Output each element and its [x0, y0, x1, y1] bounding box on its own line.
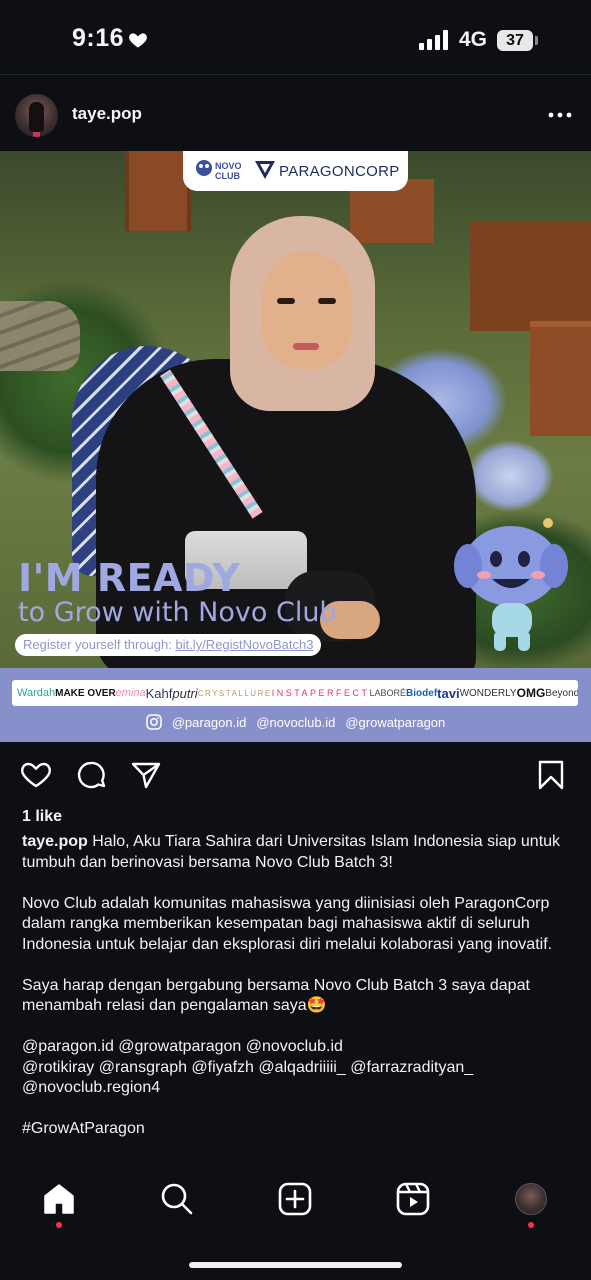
caption-mentions[interactable]: @rotikiray @ransgraph @fiyafzh @alqadrii…	[22, 1058, 572, 1079]
more-options-icon[interactable]	[548, 112, 572, 118]
brand-logo: tavi	[437, 685, 460, 701]
register-pill: Register yourself through: bit.ly/Regist…	[15, 634, 322, 656]
brand-logo: Kahf	[145, 685, 173, 701]
wooden-planter	[530, 321, 591, 436]
wooden-planter	[470, 221, 591, 331]
heart-icon	[129, 33, 147, 48]
brand-logo: WONDERLY	[459, 687, 517, 699]
post-author-avatar[interactable]	[15, 94, 58, 137]
post-header: taye.pop	[0, 80, 591, 150]
bottom-navigation	[0, 1166, 591, 1280]
status-time: 9:16	[72, 24, 125, 52]
svg-text:CLUB: CLUB	[215, 171, 240, 181]
stone-path	[0, 301, 80, 371]
caption-paragraph: Novo Club adalah komunitas mahasiswa yan…	[22, 894, 553, 953]
comment-icon[interactable]	[75, 759, 107, 791]
home-indicator[interactable]	[189, 1262, 402, 1268]
caption-username[interactable]: taye.pop	[22, 833, 88, 850]
brand-logo: CRYSTALLURE	[197, 688, 272, 698]
home-notification-dot	[56, 1222, 62, 1228]
paragoncorp-logo-text: PARAGONCORP	[279, 163, 400, 180]
social-handle: @novoclub.id	[256, 714, 336, 730]
image-headline: I'M READY	[18, 556, 241, 600]
brand-logo: LABORÉ	[369, 688, 407, 698]
battery-cap	[535, 36, 538, 45]
svg-text:NOVO: NOVO	[215, 161, 242, 171]
like-heart-icon[interactable]	[20, 759, 52, 791]
novo-mascot-illustration	[454, 518, 568, 651]
brand-logo: emina	[115, 687, 146, 699]
network-type: 4G	[459, 28, 488, 51]
caption-paragraph: Saya harap dengan bergabung bersama Novo…	[22, 976, 530, 1015]
caption-mentions[interactable]: @paragon.id @growatparagon @novoclub.id	[22, 1037, 572, 1058]
caption-paragraph: Halo, Aku Tiara Sahira dari Universitas …	[22, 833, 561, 871]
create-icon[interactable]	[278, 1182, 312, 1216]
post-caption: taye.pop Halo, Aku Tiara Sahira dari Uni…	[22, 832, 572, 1140]
brand-logo: Biodef	[406, 687, 438, 699]
social-handles: @paragon.id @novoclub.id @growatparagon	[0, 714, 591, 730]
like-count[interactable]: 1 like	[22, 808, 62, 826]
search-icon[interactable]	[160, 1182, 194, 1216]
social-handle: @growatparagon	[345, 714, 446, 730]
post-actions	[0, 742, 591, 808]
brand-logo: putri	[172, 685, 198, 701]
person-eye	[318, 298, 336, 304]
bookmark-icon[interactable]	[535, 759, 567, 791]
person-face	[262, 251, 352, 369]
home-icon[interactable]	[42, 1182, 76, 1216]
profile-notification-dot	[528, 1222, 534, 1228]
status-bar: 9:16 4G 37	[0, 0, 591, 78]
brand-band: Wardah MAKE OVER emina Kahf putri CRYSTA…	[0, 668, 591, 742]
paragoncorp-mark-icon	[255, 161, 275, 179]
caption-mentions[interactable]: @novoclub.region4	[22, 1078, 572, 1099]
person-lips	[293, 343, 319, 350]
share-icon[interactable]	[130, 759, 162, 791]
novo-club-logo: NOVO CLUB	[196, 160, 242, 181]
header-divider	[0, 74, 591, 75]
social-handle: @paragon.id	[171, 714, 247, 730]
signal-icon	[419, 30, 448, 50]
register-link: bit.ly/RegistNovoBatch3	[175, 637, 314, 652]
caption-hashtag[interactable]: #GrowAtParagon	[22, 1119, 572, 1140]
image-subheadline: to Grow with Novo Club	[18, 597, 337, 628]
brand-strip: Wardah MAKE OVER emina Kahf putri CRYSTA…	[12, 680, 578, 706]
post-author-username[interactable]: taye.pop	[72, 104, 142, 124]
wooden-planter	[125, 151, 191, 231]
register-prefix: Register yourself through:	[23, 637, 176, 652]
battery-indicator: 37	[497, 30, 533, 51]
brand-logo: OMG	[516, 686, 546, 700]
brand-logo: INSTAPERFECT	[271, 688, 370, 698]
post-image[interactable]: NOVO CLUB PARAGONCORP I'M READY to Grow …	[0, 151, 591, 742]
brand-logo: MAKE OVER	[55, 687, 116, 699]
reels-icon[interactable]	[396, 1182, 430, 1216]
person-eye	[277, 298, 295, 304]
brand-logo: Beyondly	[545, 687, 578, 699]
instagram-icon	[145, 714, 162, 730]
profile-avatar[interactable]	[515, 1183, 547, 1215]
sponsor-logo-tab: NOVO CLUB PARAGONCORP	[183, 151, 408, 191]
brand-logo: Wardah	[17, 687, 56, 699]
